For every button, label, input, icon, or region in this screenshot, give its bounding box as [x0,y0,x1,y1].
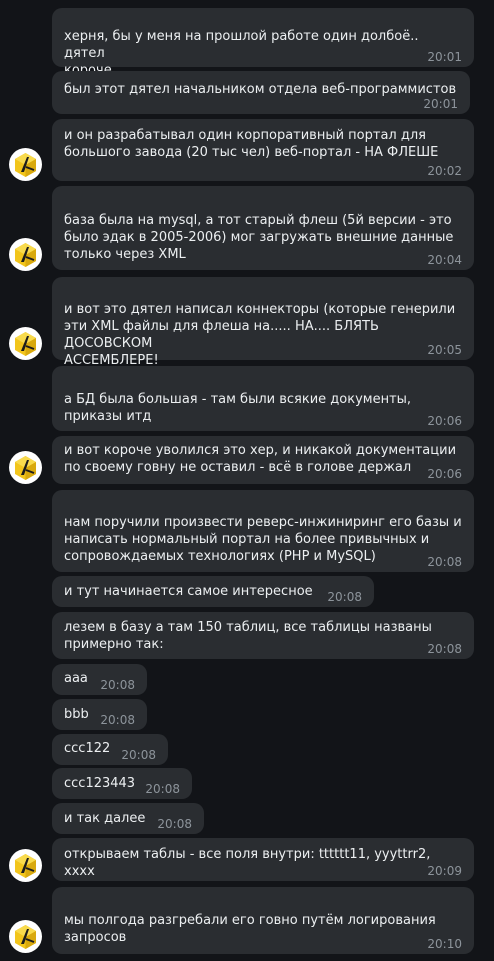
message-time: 20:06 [427,467,462,481]
message-time: 20:08 [157,817,192,831]
avatar[interactable] [9,148,42,181]
message-time: 20:08 [427,642,462,656]
message-text: был этот дятел начальником отдела веб-пр… [64,82,457,97]
message-text: а БД была большая - там были всякие доку… [64,392,412,424]
message-bubble[interactable]: был этот дятел начальником отдела веб-пр… [52,71,470,114]
yellow-cube-avatar-icon [15,243,36,267]
message-time: 20:08 [100,678,135,692]
message-bubble[interactable]: открываем таблы - все поля внутри: ttttt… [52,838,474,881]
yellow-cube-avatar-icon [15,153,36,177]
message-text: и тут начинается самое интересное [64,584,313,599]
message-bubble[interactable]: bbb 20:08 [52,699,147,730]
message-text: открываем таблы - все поля внутри: ttttt… [64,847,435,879]
message-time: 20:08 [145,782,180,796]
message-bubble[interactable]: а БД была большая - там были всякие доку… [52,366,474,431]
yellow-cube-avatar-icon [15,456,36,480]
message-time: 20:10 [427,937,462,951]
message-bubble[interactable]: лезем в базу а там 150 таблиц, все табли… [52,612,474,659]
message-text: и вот короче уволился это хер, и никакой… [64,443,457,475]
message-bubble[interactable]: aaa 20:08 [52,664,147,695]
message-bubble[interactable]: и тут начинается самое интересное 20:08 [52,576,374,607]
message-time: 20:08 [427,555,462,569]
avatar[interactable] [9,451,42,484]
message-text: лезем в базу а там 150 таблиц, все табли… [64,620,432,652]
message-text: и он разрабатывал один корпоративный пор… [64,128,439,160]
message-time: 20:08 [100,713,135,727]
yellow-cube-avatar-icon [15,854,36,878]
avatar[interactable] [9,849,42,882]
message-bubble[interactable]: нам поручили произвести реверс-инжинирин… [52,490,474,572]
message-time: 20:08 [121,748,156,762]
message-time: 20:02 [427,164,462,178]
message-time: 20:09 [427,864,462,878]
message-bubble[interactable]: ccc123443 20:08 [52,768,192,799]
message-bubble[interactable]: и он разрабатывал один корпоративный пор… [52,119,474,181]
message-time: 20:01 [423,97,458,111]
avatar[interactable] [9,920,42,953]
message-text: база была на mysql, а тот старый флеш (5… [64,213,454,262]
message-bubble[interactable]: херня, бы у меня на прошлой работе один … [52,8,474,78]
yellow-cube-avatar-icon [15,925,36,949]
message-time: 20:05 [427,343,462,357]
yellow-cube-avatar-icon [15,332,36,356]
message-text: и вот это дятел написал коннекторы (кото… [64,302,456,368]
message-bubble[interactable]: и так далее 20:08 [52,803,204,834]
avatar[interactable] [9,238,42,271]
chat-history: херня, бы у меня на прошлой работе один … [0,0,494,961]
message-bubble[interactable]: ccc122 20:08 [52,734,168,765]
message-bubble[interactable]: база была на mysql, а тот старый флеш (5… [52,186,474,270]
message-time: 20:04 [427,253,462,267]
message-time: 20:01 [427,50,462,64]
message-bubble[interactable]: и вот короче уволился это хер, и никакой… [52,436,474,484]
message-text: мы полгода разгребали его говно путём ло… [64,913,436,945]
message-time: 20:06 [427,414,462,428]
message-bubble[interactable]: мы полгода разгребали его говно путём ло… [52,887,474,954]
message-time: 20:08 [327,590,362,604]
message-text: нам поручили произвести реверс-инжинирин… [64,515,462,564]
message-bubble[interactable]: и вот это дятел написал коннекторы (кото… [52,277,474,368]
avatar[interactable] [9,327,42,360]
